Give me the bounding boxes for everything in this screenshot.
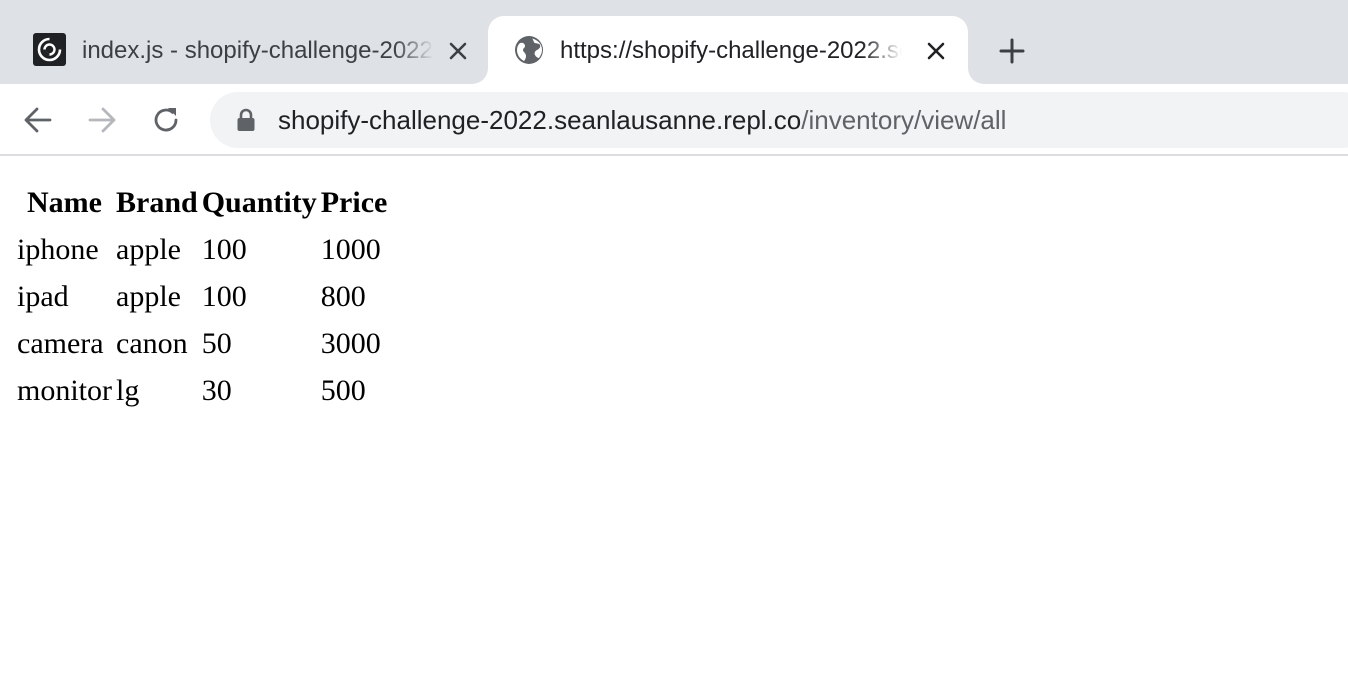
arrow-right-icon: [88, 107, 116, 133]
url-host: shopify-challenge-2022.seanlausanne.repl…: [278, 105, 802, 135]
address-bar[interactable]: shopify-challenge-2022.seanlausanne.repl…: [210, 92, 1348, 148]
browser-toolbar: shopify-challenge-2022.seanlausanne.repl…: [0, 84, 1348, 156]
globe-icon: [512, 33, 545, 66]
table-cell: camera: [17, 327, 104, 360]
table-row: iphone apple 100 1000: [16, 227, 388, 272]
plus-icon: [999, 38, 1025, 64]
tab-title-fade: [862, 36, 902, 66]
back-button[interactable]: [20, 102, 56, 138]
tab-inventory-page[interactable]: https://shopify-challenge-2022.seanlausa…: [488, 16, 968, 84]
tab-close-button[interactable]: [923, 38, 949, 64]
table-row: ipad apple 100 800: [16, 274, 388, 319]
column-header: Name: [27, 186, 102, 219]
tab-replit-editor[interactable]: index.js - shopify-challenge-2022 - Repl…: [0, 16, 488, 84]
tab-title: index.js - shopify-challenge-2022 - Repl…: [82, 37, 434, 64]
table-cell: apple: [116, 233, 181, 266]
column-header: Brand: [116, 186, 198, 219]
table-cell: iphone: [17, 233, 99, 266]
table-cell: 3000: [320, 327, 381, 360]
table-cell: apple: [116, 280, 181, 313]
new-tab-button[interactable]: [994, 33, 1030, 69]
table-cell: 1000: [320, 233, 381, 266]
url-text[interactable]: shopify-challenge-2022.seanlausanne.repl…: [278, 104, 1006, 136]
forward-button[interactable]: [84, 102, 120, 138]
page-content: Name Brand Quantity Price iphone apple 1…: [0, 158, 1348, 696]
table-cell: 100: [201, 233, 247, 266]
reload-button[interactable]: [148, 102, 184, 138]
column-header: Quantity: [201, 186, 317, 219]
table-cell: 800: [320, 280, 366, 313]
table-cell: ipad: [17, 280, 69, 313]
url-path: /inventory/view/all: [801, 105, 1007, 135]
table-cell: 30: [201, 374, 232, 407]
table-header-row: Name Brand Quantity Price: [16, 180, 388, 225]
table-cell: 500: [320, 374, 366, 407]
tab-strip: index.js - shopify-challenge-2022 - Repl…: [0, 0, 1348, 84]
table-row: monitor lg 30 500: [16, 368, 388, 413]
close-icon: [449, 42, 467, 60]
table-cell: canon: [116, 327, 188, 360]
tab-title-fade: [394, 36, 434, 66]
tab-title: https://shopify-challenge-2022.seanlausa…: [560, 37, 902, 64]
inventory-table: Name Brand Quantity Price iphone apple 1…: [14, 178, 390, 415]
tab-close-button[interactable]: [445, 38, 471, 64]
table-row: camera canon 50 3000: [16, 321, 388, 366]
replit-logo-icon: [33, 33, 66, 66]
table-cell: 50: [201, 327, 232, 360]
reload-icon: [154, 108, 178, 132]
table-cell: lg: [116, 374, 140, 407]
close-icon: [927, 42, 945, 60]
table-cell: 100: [201, 280, 247, 313]
arrow-left-icon: [24, 107, 52, 133]
column-header: Price: [320, 186, 388, 219]
table-cell: monitor: [17, 374, 112, 407]
lock-icon[interactable]: [234, 108, 258, 132]
